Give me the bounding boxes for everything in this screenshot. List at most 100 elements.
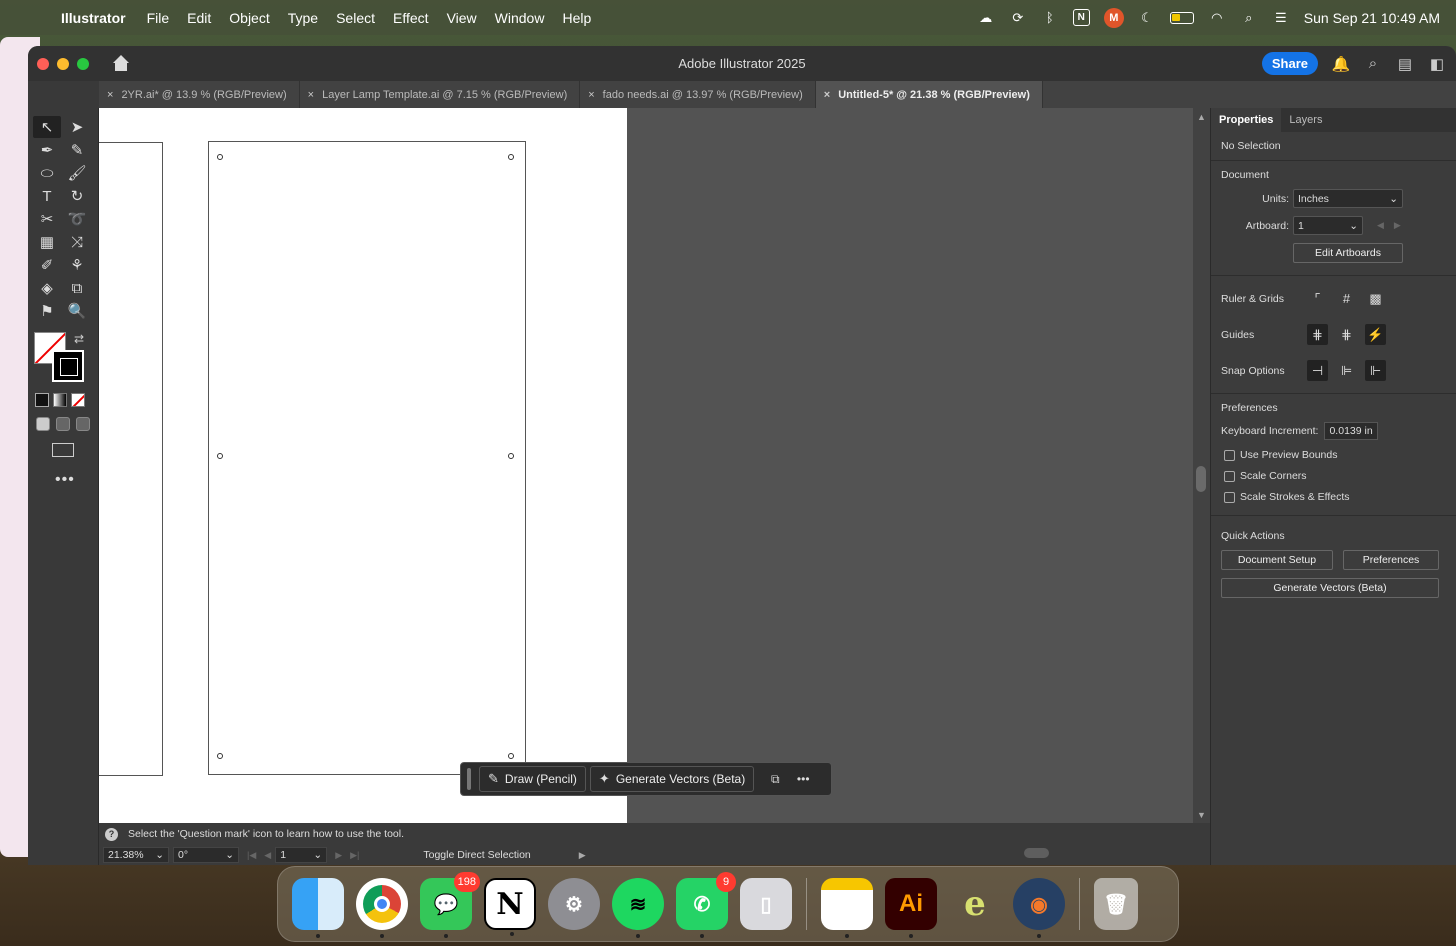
checkbox-box[interactable] [1224, 449, 1235, 461]
generate-vectors-button[interactable]: ✦ Generate Vectors (Beta) [589, 766, 755, 792]
ruler-icon[interactable]: ⌜ [1307, 288, 1328, 309]
scroll-down-icon[interactable]: ▼ [1197, 810, 1206, 820]
type-tool-icon[interactable]: T [33, 185, 61, 207]
scroll-thumb[interactable] [1024, 848, 1049, 858]
snap-to-point-icon[interactable]: ⊣ [1307, 360, 1328, 381]
eyedropper-tool-icon[interactable]: ✐ [33, 254, 61, 276]
stroke-swatch[interactable] [52, 350, 84, 382]
artboard-select[interactable]: 1 ⌄ [1293, 216, 1363, 235]
screen-mode-icon[interactable] [52, 443, 74, 457]
scale-corners-checkbox[interactable]: Scale Corners [1224, 470, 1446, 482]
selection-tool-icon[interactable]: ↖ [33, 116, 61, 138]
prev-artboard-icon[interactable]: ◀ [1377, 220, 1384, 231]
scroll-up-icon[interactable]: ▲ [1197, 112, 1206, 122]
drag-grip[interactable] [467, 768, 471, 790]
scroll-thumb[interactable] [1196, 466, 1206, 492]
illustrator-icon[interactable]: Ai [885, 878, 937, 938]
home-icon[interactable] [111, 54, 131, 73]
bounding-handle[interactable] [217, 453, 223, 459]
wifi-icon[interactable]: ◠ [1208, 10, 1226, 26]
blender-icon[interactable]: ◉ [1013, 878, 1065, 938]
sync-icon[interactable]: ⟳ [1009, 10, 1027, 26]
pen-tool-icon[interactable]: ✒ [33, 139, 61, 161]
e-app-icon[interactable]: e [949, 878, 1001, 930]
show-guides-icon[interactable]: ⋕ [1307, 324, 1328, 345]
draw-pencil-button[interactable]: ✎ Draw (Pencil) [479, 766, 586, 792]
panel-toggle-icon[interactable]: ◧ [1428, 56, 1446, 73]
bounding-handle[interactable] [217, 753, 223, 759]
menu-type[interactable]: Type [279, 10, 327, 26]
artboard-partial[interactable] [99, 142, 163, 776]
notion-icon[interactable]: N [484, 878, 536, 936]
direct-selection-tool-icon[interactable]: ➤ [63, 116, 91, 138]
whatsapp-icon[interactable]: ✆ 9 [676, 872, 736, 938]
use-preview-bounds-checkbox[interactable]: Use Preview Bounds [1224, 449, 1446, 461]
vertical-scrollbar[interactable]: ▲ ▼ [1193, 108, 1210, 823]
next-artboard-icon[interactable]: ▶ [335, 850, 342, 861]
units-select[interactable]: Inches ⌄ [1293, 189, 1403, 208]
transparency-grid-icon[interactable]: ▩ [1365, 288, 1386, 309]
menu-window[interactable]: Window [486, 10, 554, 26]
menu-effect[interactable]: Effect [384, 10, 438, 26]
color-mode-button[interactable] [35, 393, 49, 407]
tab-2yr[interactable]: × 2YR.ai* @ 13.9 % (RGB/Preview) [99, 81, 300, 108]
minimize-window-button[interactable] [57, 57, 69, 70]
edit-toolbar-icon[interactable]: ••• [55, 471, 98, 489]
grid-icon[interactable]: # [1336, 288, 1357, 309]
status-menu-icon[interactable]: ▶ [579, 850, 586, 861]
close-tab-icon[interactable]: × [308, 89, 314, 101]
bounding-handle[interactable] [508, 154, 514, 160]
menu-edit[interactable]: Edit [178, 10, 220, 26]
creative-cloud-icon[interactable]: ☁ [977, 10, 995, 26]
swap-fill-stroke-icon[interactable]: ⇄ [74, 332, 84, 346]
snap-to-pixel-icon[interactable]: ⊫ [1336, 360, 1357, 381]
snap-to-glyph-icon[interactable]: ⊩ [1365, 360, 1386, 381]
perspective-tool-icon[interactable]: ⚑ [33, 300, 61, 322]
rotation-field[interactable]: 0° ⌄ [173, 847, 239, 863]
last-artboard-icon[interactable]: ▶| [350, 850, 359, 861]
more-options-icon[interactable]: ••• [792, 768, 814, 790]
lasso-tool-icon[interactable]: ➰ [63, 208, 91, 230]
close-tab-icon[interactable]: × [588, 89, 594, 101]
artboard-nav-field[interactable]: 1 ⌄ [275, 847, 328, 863]
horizontal-scrollbar[interactable] [624, 847, 1184, 859]
zoom-tool-icon[interactable]: 🔍 [63, 300, 91, 322]
artboard-main[interactable] [208, 141, 526, 775]
prev-artboard-icon[interactable]: ◀ [264, 850, 271, 861]
checkbox-box[interactable] [1224, 491, 1235, 503]
question-mark-icon[interactable]: ? [105, 827, 118, 841]
tab-properties[interactable]: Properties [1211, 108, 1282, 132]
artboard-tool-icon[interactable]: ⧉ [63, 277, 91, 299]
ellipse-tool-icon[interactable]: ⬭ [33, 162, 61, 184]
bounding-handle[interactable] [508, 753, 514, 759]
blend-tool-icon[interactable]: ⚘ [63, 254, 91, 276]
workspace-switcher-icon[interactable]: ▤ [1396, 56, 1414, 73]
next-artboard-icon[interactable]: ▶ [1394, 220, 1401, 231]
spotify-icon[interactable]: ≋ [612, 878, 664, 938]
bounding-handle[interactable] [217, 154, 223, 160]
generate-vectors-quick-button[interactable]: Generate Vectors (Beta) [1221, 578, 1439, 598]
curvature-tool-icon[interactable]: ✎ [63, 139, 91, 161]
smart-guides-icon[interactable]: ⚡ [1365, 324, 1386, 345]
close-tab-icon[interactable]: × [107, 89, 113, 101]
notes-icon[interactable] [821, 878, 873, 938]
bluetooth-icon[interactable]: ᛒ [1041, 10, 1059, 26]
shape-builder-tool-icon[interactable]: ◈ [33, 277, 61, 299]
tray-app-icon[interactable]: M [1103, 7, 1124, 28]
none-mode-button[interactable] [71, 393, 85, 407]
battery-icon[interactable] [1169, 11, 1194, 24]
maximize-window-button[interactable] [77, 57, 89, 70]
close-window-button[interactable] [37, 57, 49, 70]
draw-behind-icon[interactable] [56, 417, 70, 431]
tab-layer-lamp-template[interactable]: × Layer Lamp Template.ai @ 7.15 % (RGB/P… [300, 81, 581, 108]
zoom-field[interactable]: 21.38% ⌄ [103, 847, 169, 863]
document-setup-button[interactable]: Document Setup [1221, 550, 1333, 570]
edit-artboards-button[interactable]: Edit Artboards [1293, 243, 1403, 263]
system-settings-icon[interactable]: ⚙ [548, 878, 600, 930]
canvas-area[interactable] [99, 108, 1193, 823]
gradient-mode-button[interactable] [53, 393, 67, 407]
image-icon[interactable]: ⧉ [764, 768, 786, 790]
menu-view[interactable]: View [438, 10, 486, 26]
checkbox-box[interactable] [1224, 470, 1235, 482]
menubar-clock[interactable]: Sun Sep 21 10:49 AM [1304, 10, 1440, 26]
